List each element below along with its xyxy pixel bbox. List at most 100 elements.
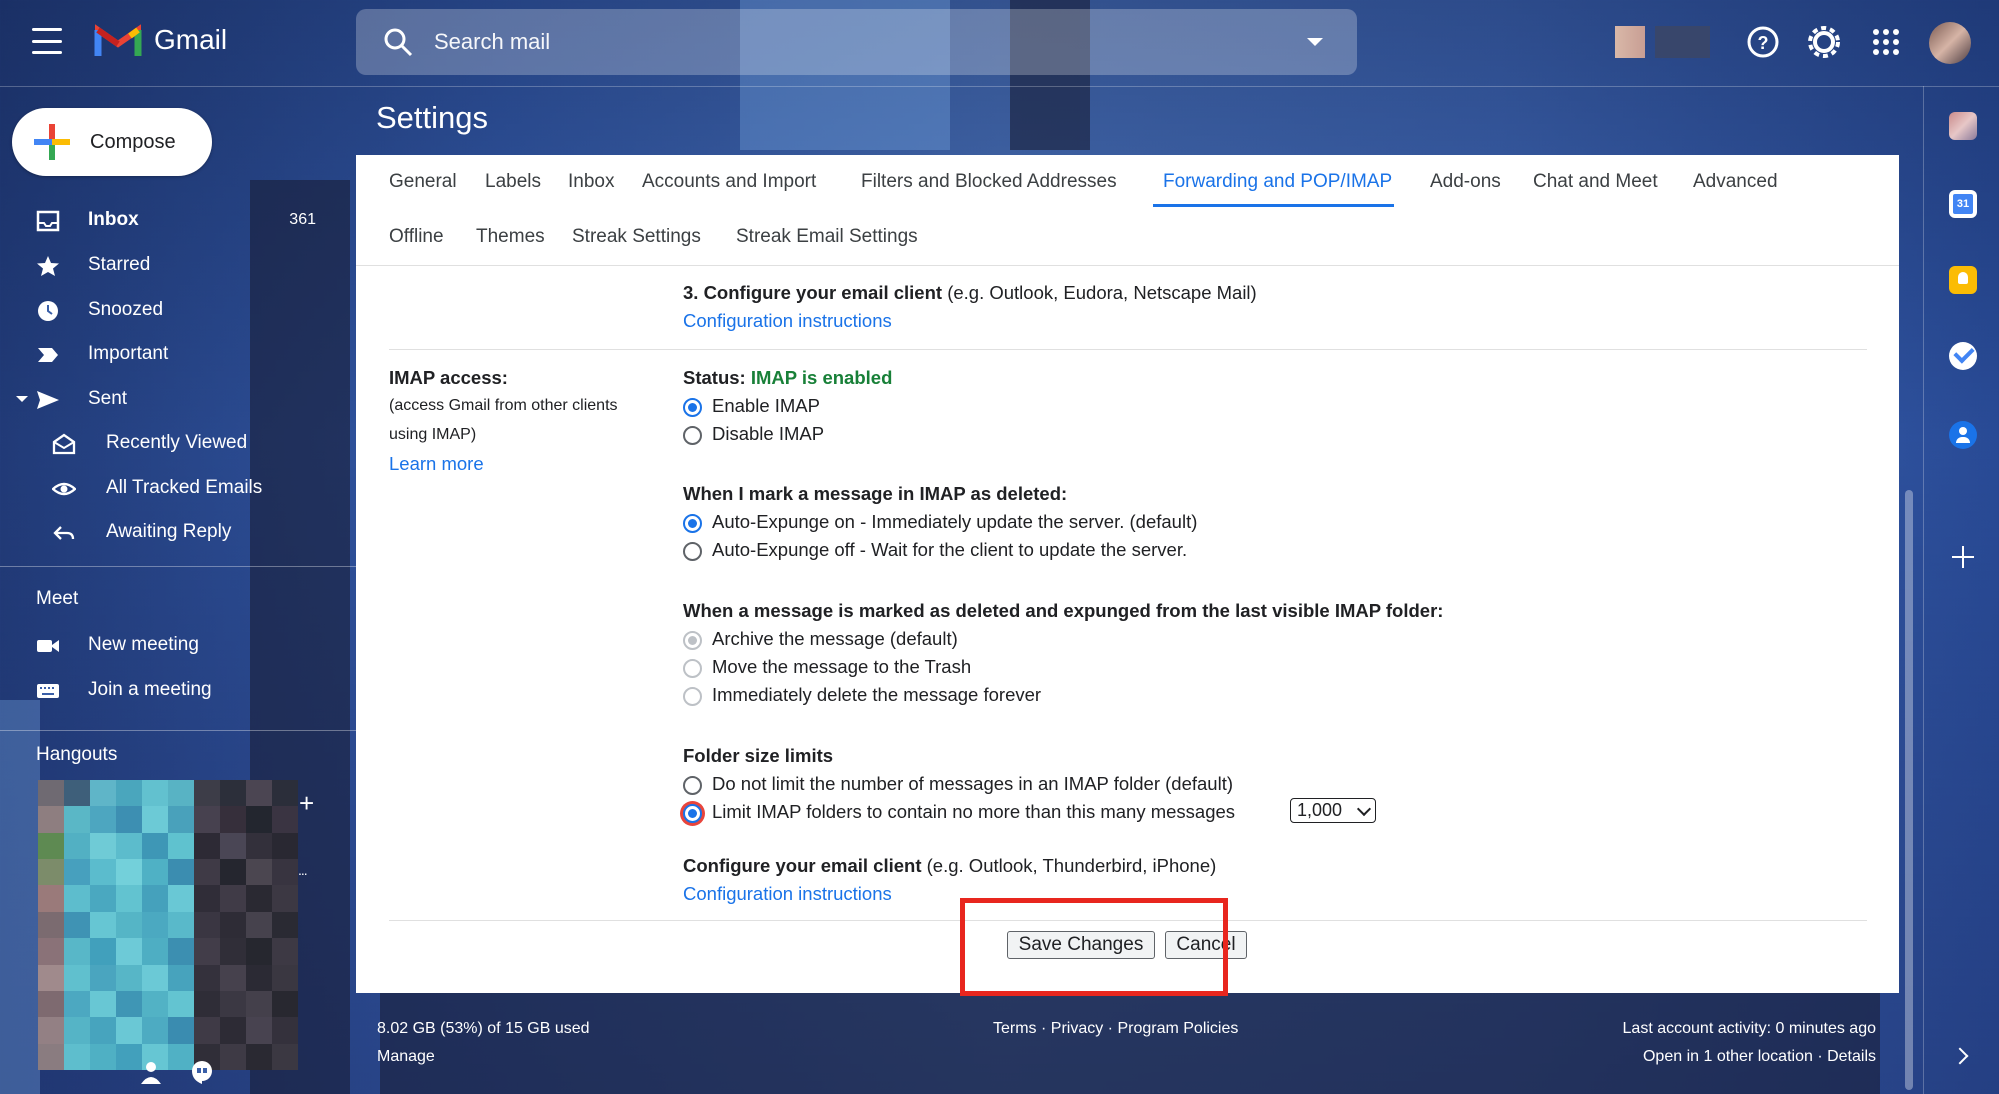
contacts-icon[interactable] bbox=[1949, 421, 1977, 449]
search-bar[interactable] bbox=[356, 9, 1357, 75]
meet-section-title: Meet bbox=[36, 588, 79, 609]
last-activity: Last account activity: 0 minutes ago bbox=[1622, 1020, 1876, 1037]
activity-details-link[interactable]: Open in 1 other location · Details bbox=[1643, 1048, 1876, 1066]
important-icon bbox=[38, 348, 58, 362]
help-icon[interactable]: ? bbox=[1745, 24, 1781, 60]
addon-blurred-icon[interactable] bbox=[1949, 112, 1977, 140]
main-menu-button[interactable] bbox=[32, 28, 62, 54]
envelope-open-icon bbox=[52, 433, 76, 455]
profile-avatar[interactable] bbox=[1929, 22, 1971, 64]
person-icon[interactable] bbox=[140, 1060, 162, 1084]
gmail-logo[interactable]: Gmail bbox=[94, 22, 227, 58]
calendar-icon-day: 31 bbox=[1953, 194, 1973, 214]
keyboard-icon bbox=[37, 684, 59, 698]
video-camera-icon bbox=[37, 640, 59, 652]
move-to-trash-label[interactable]: Move the message to the Trash bbox=[712, 656, 971, 678]
tab-labels[interactable]: Labels bbox=[485, 171, 541, 193]
tab-accounts-and-import[interactable]: Accounts and Import bbox=[642, 171, 816, 193]
tasks-icon[interactable] bbox=[1949, 342, 1977, 370]
learn-more-link[interactable]: Learn more bbox=[389, 453, 484, 475]
apps-grid-icon[interactable] bbox=[1868, 24, 1904, 60]
sidebar-item-label: Important bbox=[88, 343, 169, 364]
auto-expunge-off-radio[interactable] bbox=[683, 542, 702, 561]
search-icon[interactable] bbox=[382, 26, 414, 58]
expand-chevron-down-icon[interactable] bbox=[16, 396, 28, 402]
move-to-trash-radio[interactable] bbox=[683, 659, 702, 678]
pop-configure-client-row: 3. Configure your email client (e.g. Out… bbox=[683, 282, 1257, 304]
imap-status: Status: IMAP is enabled bbox=[683, 367, 892, 389]
sidebar-item-label: Awaiting Reply bbox=[106, 521, 232, 542]
tab-themes[interactable]: Themes bbox=[476, 226, 545, 248]
disable-imap-radio[interactable] bbox=[683, 426, 702, 445]
sidebar-item-snoozed[interactable]: Snoozed bbox=[0, 290, 340, 330]
sidebar-item-starred[interactable]: Starred bbox=[0, 245, 340, 285]
footer-links[interactable]: Terms · Privacy · Program Policies bbox=[993, 1020, 1238, 1038]
clock-icon bbox=[38, 301, 58, 321]
sidebar-item-recently-viewed[interactable]: Recently Viewed bbox=[0, 423, 340, 463]
more-options-icon[interactable]: ... bbox=[298, 862, 308, 878]
folder-limit-select[interactable]: 1,000 bbox=[1290, 798, 1376, 823]
auto-expunge-off-label[interactable]: Auto-Expunge off - Wait for the client t… bbox=[712, 539, 1187, 561]
manage-storage-link[interactable]: Manage bbox=[377, 1048, 435, 1066]
imap-configure-client-row: Configure your email client (e.g. Outloo… bbox=[683, 855, 1216, 877]
storage-usage: 8.02 GB (53%) of 15 GB used bbox=[377, 1020, 590, 1037]
join-meeting-item[interactable]: Join a meeting bbox=[0, 670, 340, 710]
sidebar-item-awaiting-reply[interactable]: Awaiting Reply bbox=[0, 512, 340, 552]
auto-expunge-on-radio[interactable] bbox=[683, 514, 702, 533]
highlight-annotation-box bbox=[960, 898, 1228, 996]
enable-imap-radio[interactable] bbox=[683, 398, 702, 417]
keep-icon[interactable] bbox=[1949, 266, 1977, 294]
settings-panel: General Labels Inbox Accounts and Import… bbox=[356, 155, 1899, 993]
sidebar-item-inbox[interactable]: Inbox 361 bbox=[0, 200, 340, 240]
tab-general[interactable]: General bbox=[389, 171, 457, 193]
sidebar-item-label: Sent bbox=[88, 388, 128, 409]
search-input[interactable] bbox=[432, 28, 1296, 56]
archive-message-radio[interactable] bbox=[683, 631, 702, 650]
folder-limit-value: 1,000 bbox=[1297, 800, 1343, 820]
active-tab-indicator bbox=[1153, 204, 1394, 207]
reply-icon bbox=[53, 526, 75, 540]
disable-imap-label[interactable]: Disable IMAP bbox=[712, 423, 824, 445]
add-addon-plus-icon[interactable] bbox=[1952, 546, 1974, 568]
imap-configure-heading: Configure your email client bbox=[683, 855, 922, 876]
background-building bbox=[380, 990, 1880, 1094]
sidebar-item-all-tracked-emails[interactable]: All Tracked Emails bbox=[0, 468, 340, 508]
sidebar-item-important[interactable]: Important bbox=[0, 334, 340, 374]
new-conversation-plus-icon[interactable]: + bbox=[299, 788, 314, 819]
tab-add-ons[interactable]: Add-ons bbox=[1430, 171, 1501, 193]
hangouts-quote-icon[interactable] bbox=[190, 1060, 214, 1084]
no-folder-limit-label[interactable]: Do not limit the number of messages in a… bbox=[712, 773, 1233, 795]
show-side-panel-chevron-icon[interactable] bbox=[1951, 1047, 1969, 1065]
no-folder-limit-radio[interactable] bbox=[683, 776, 702, 795]
imap-status-value: IMAP is enabled bbox=[750, 367, 893, 388]
limit-folder-label[interactable]: Limit IMAP folders to contain no more th… bbox=[712, 801, 1235, 823]
limit-folder-radio[interactable] bbox=[683, 804, 702, 823]
pop-configure-hint: (e.g. Outlook, Eudora, Netscape Mail) bbox=[947, 282, 1257, 303]
tab-offline[interactable]: Offline bbox=[389, 226, 444, 248]
contacts-body-icon bbox=[1956, 437, 1970, 443]
inbox-icon bbox=[36, 210, 60, 232]
tab-streak-settings[interactable]: Streak Settings bbox=[572, 226, 701, 248]
tab-streak-email-settings[interactable]: Streak Email Settings bbox=[736, 226, 918, 248]
new-meeting-item[interactable]: New meeting bbox=[0, 625, 340, 665]
auto-expunge-on-label[interactable]: Auto-Expunge on - Immediately update the… bbox=[712, 511, 1197, 533]
tab-filters[interactable]: Filters and Blocked Addresses bbox=[861, 171, 1117, 193]
search-options-chevron-down-icon[interactable] bbox=[1307, 38, 1323, 46]
tab-chat-and-meet[interactable]: Chat and Meet bbox=[1533, 171, 1658, 193]
compose-plus-icon bbox=[34, 124, 70, 160]
pop-configuration-instructions-link[interactable]: Configuration instructions bbox=[683, 310, 892, 332]
content-scrollbar[interactable] bbox=[1905, 490, 1913, 1090]
tab-inbox[interactable]: Inbox bbox=[568, 171, 614, 193]
compose-button[interactable]: Compose bbox=[12, 108, 212, 176]
imap-configuration-instructions-link[interactable]: Configuration instructions bbox=[683, 883, 892, 905]
settings-gear-icon[interactable] bbox=[1806, 24, 1842, 60]
enable-imap-label[interactable]: Enable IMAP bbox=[712, 395, 820, 417]
tab-advanced[interactable]: Advanced bbox=[1693, 171, 1778, 193]
imap-access-description: (access Gmail from other clients bbox=[389, 397, 618, 414]
sidebar-item-sent[interactable]: Sent bbox=[0, 379, 340, 419]
delete-forever-label[interactable]: Immediately delete the message forever bbox=[712, 684, 1041, 706]
tab-forwarding-pop-imap[interactable]: Forwarding and POP/IMAP bbox=[1163, 171, 1392, 193]
delete-forever-radio[interactable] bbox=[683, 687, 702, 706]
calendar-icon[interactable]: 31 bbox=[1949, 190, 1977, 218]
archive-message-label[interactable]: Archive the message (default) bbox=[712, 628, 958, 650]
